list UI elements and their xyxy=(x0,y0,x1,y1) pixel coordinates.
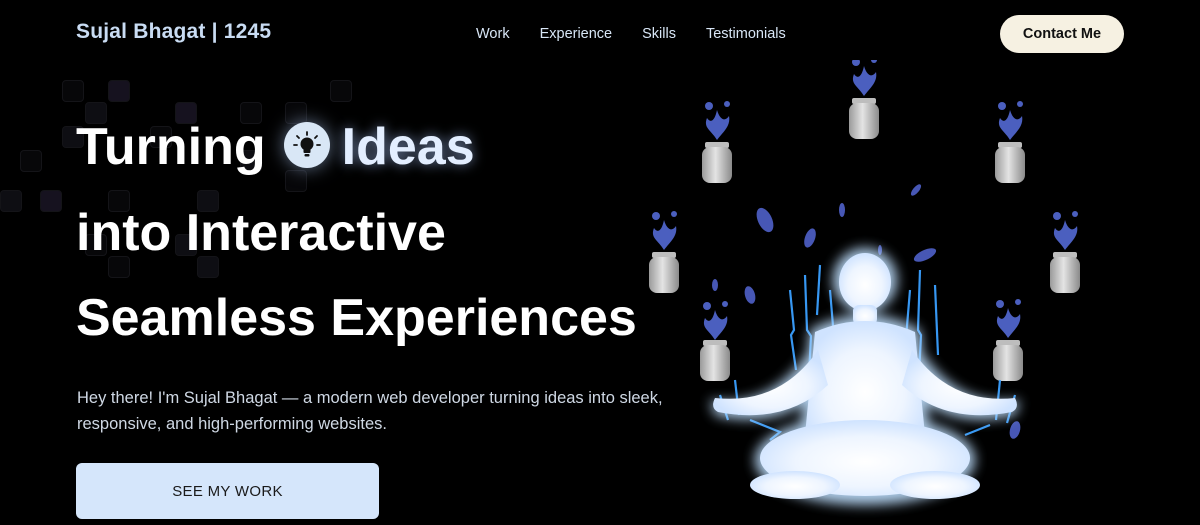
meditating-figure xyxy=(710,248,1020,505)
hero-headline-line-2: into Interactive xyxy=(76,204,446,262)
jar-icon xyxy=(1050,211,1080,293)
headline-word-turning: Turning xyxy=(76,118,266,176)
top-navigation: Sujal Bhagat | 1245 Work Experience Skil… xyxy=(0,0,1200,68)
hero-headline-line-1: Turning Ideas xyxy=(76,117,475,178)
lightbulb-icon xyxy=(283,122,330,169)
jar-icon xyxy=(649,211,679,293)
hero-intro-text: Hey there! I'm Sujal Bhagat — a modern w… xyxy=(77,389,663,433)
background-grid-pattern xyxy=(0,60,360,300)
hero-headline-line-3: Seamless Experiences xyxy=(76,289,637,347)
headline-word-ideas: Ideas xyxy=(341,118,475,176)
nav-links: Work Experience Skills Testimonials xyxy=(476,26,816,42)
nav-link-work[interactable]: Work xyxy=(476,26,510,42)
portfolio-page: Sujal Bhagat | 1245 Work Experience Skil… xyxy=(0,0,1200,525)
hero-illustration xyxy=(649,60,1080,505)
jar-icon xyxy=(700,301,730,381)
jar-icon xyxy=(993,299,1023,381)
jar-icon xyxy=(995,101,1025,183)
nav-link-skills[interactable]: Skills xyxy=(642,26,676,42)
nav-link-testimonials[interactable]: Testimonials xyxy=(706,26,786,42)
jar-icon xyxy=(702,101,732,183)
see-my-work-button[interactable]: SEE MY WORK xyxy=(76,463,379,519)
nav-link-experience[interactable]: Experience xyxy=(540,26,613,42)
brand-logo-text[interactable]: Sujal Bhagat | 1245 xyxy=(76,20,271,44)
jar-icon xyxy=(849,60,879,139)
contact-me-button[interactable]: Contact Me xyxy=(1000,15,1124,53)
